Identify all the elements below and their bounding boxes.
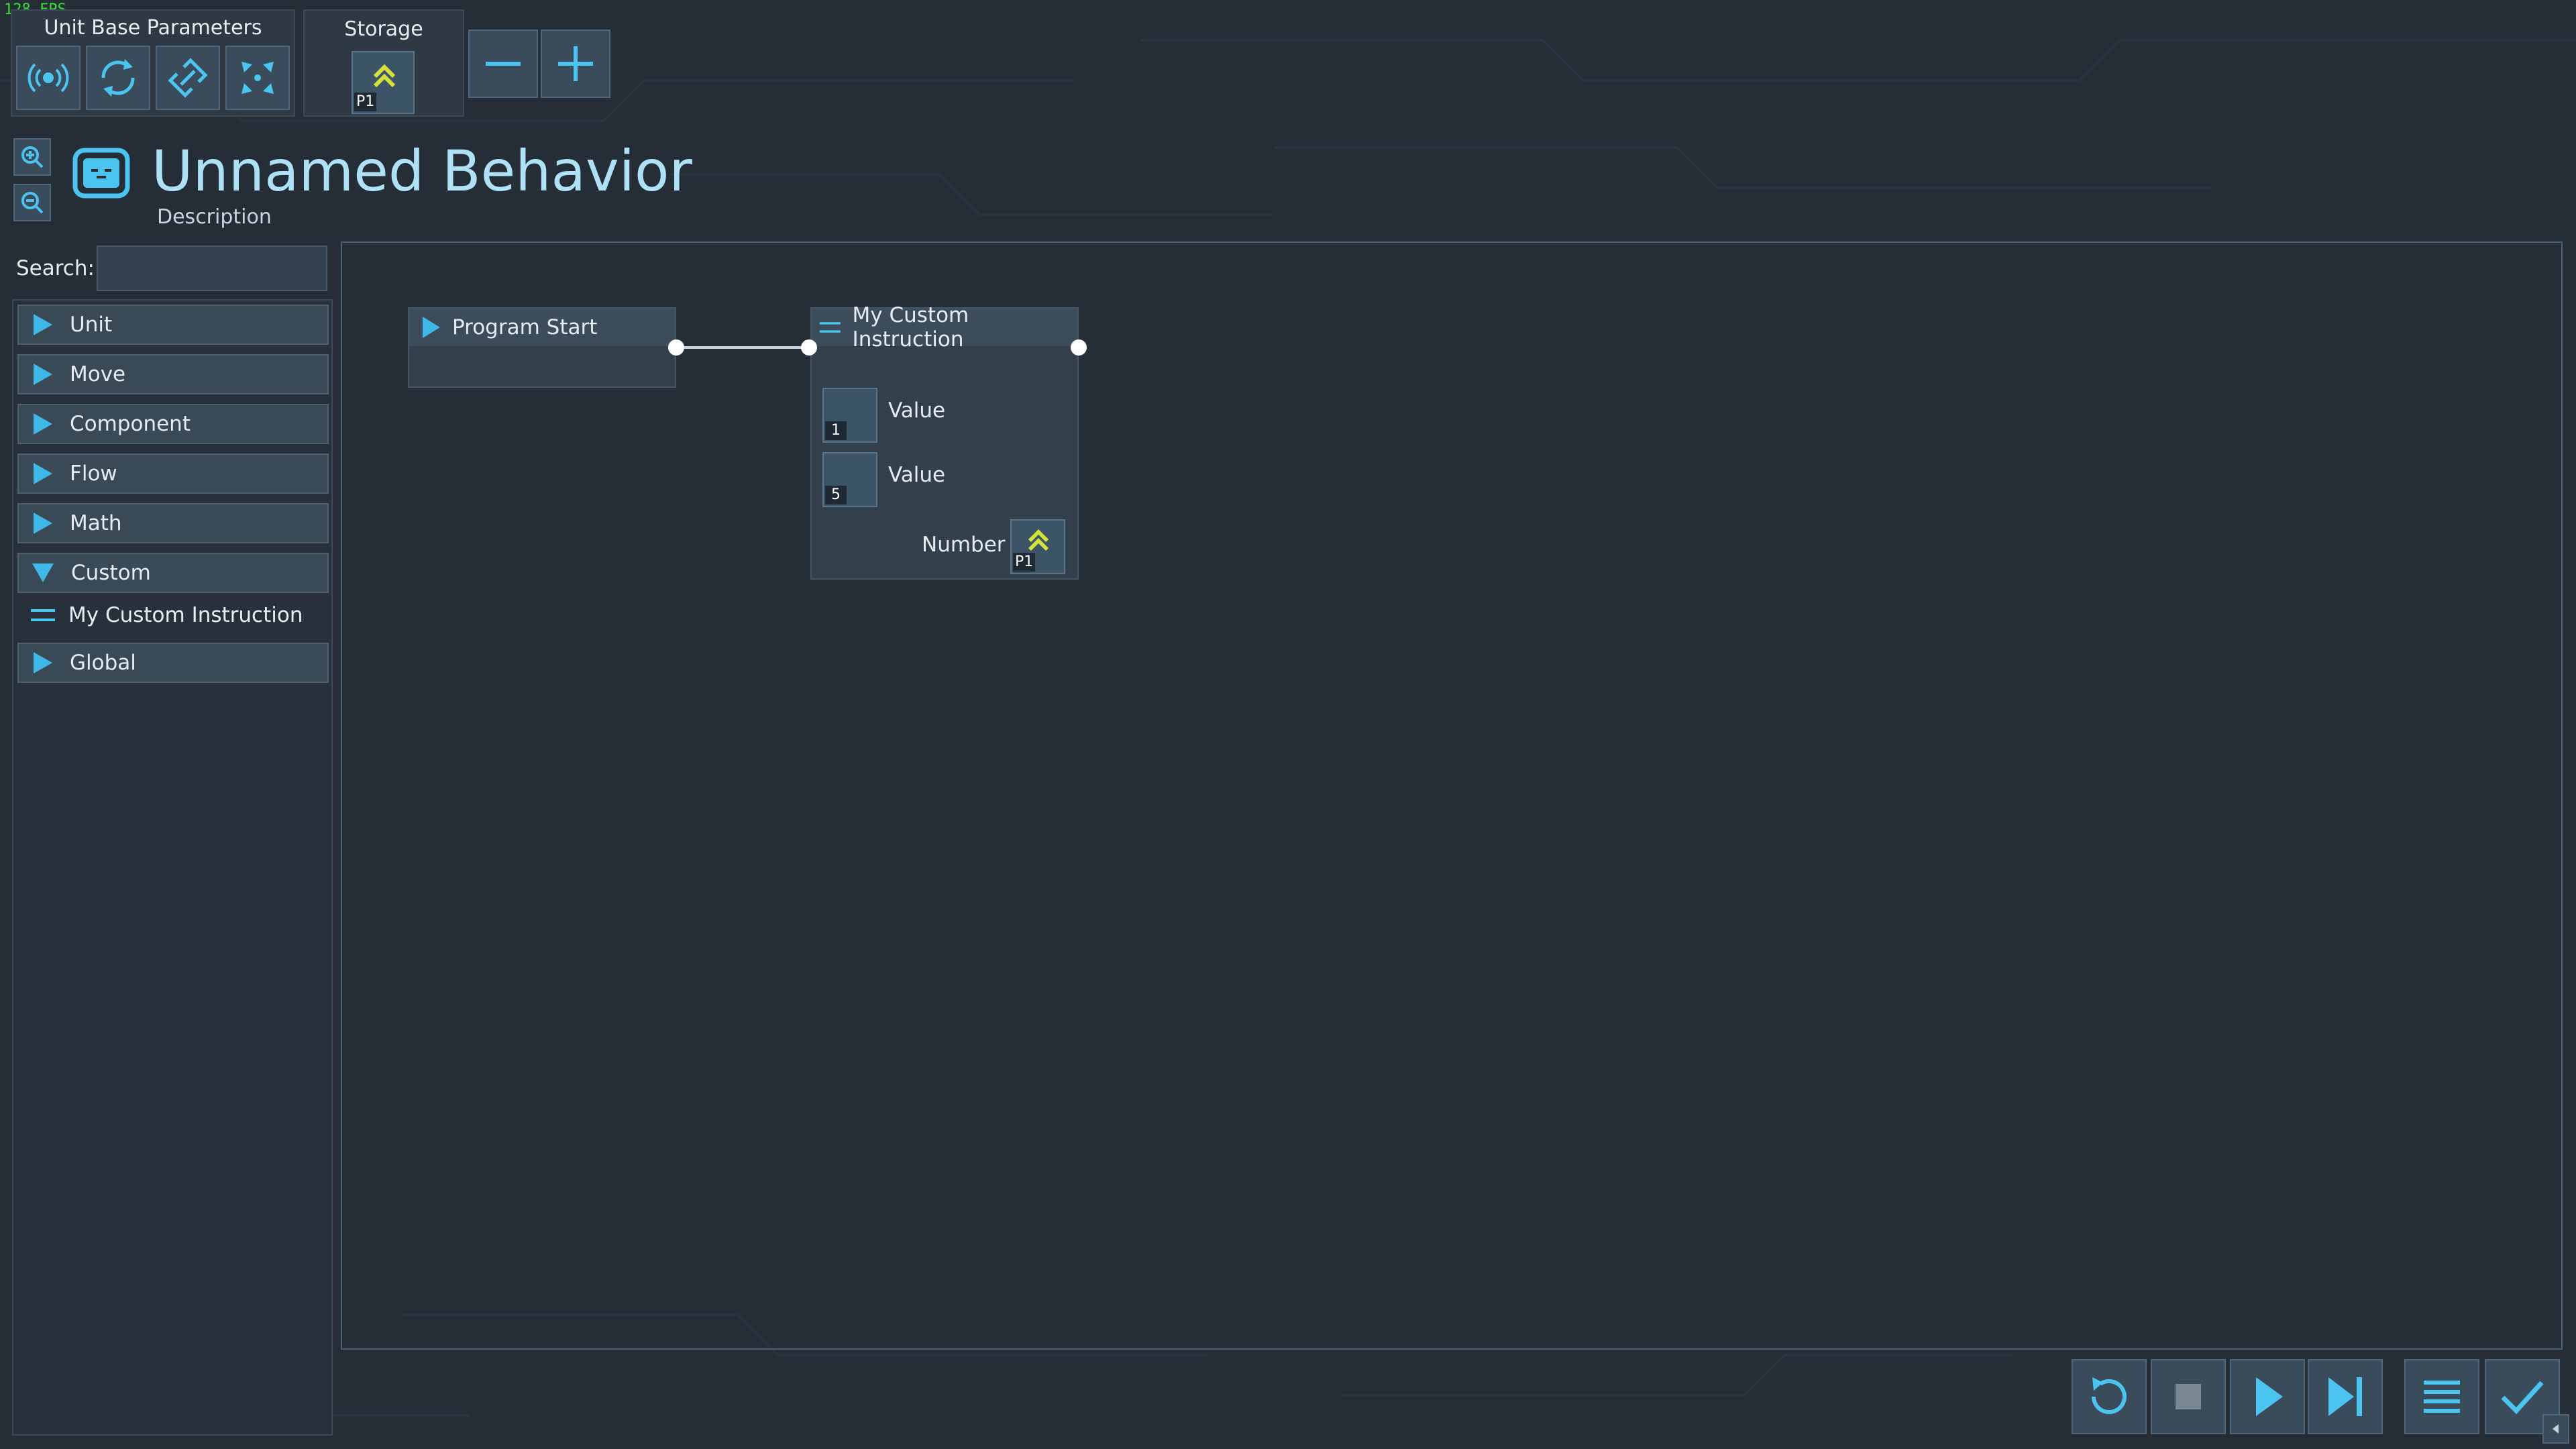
param-label: Number [922,533,1006,557]
collapse-arrow-icon [32,564,54,582]
minus-icon [486,62,521,66]
category-custom[interactable]: Custom [17,553,329,593]
play-button[interactable] [2230,1359,2305,1434]
node-title: My Custom Instruction [852,303,969,352]
category-label: Custom [71,561,151,585]
expand-arrow-icon [34,413,52,435]
expand-arrow-icon [34,314,52,335]
list-button[interactable] [2404,1359,2479,1434]
shrink-icon [241,62,274,94]
stop-icon [2176,1384,2201,1409]
play-icon [423,317,440,338]
rotate-button[interactable] [86,46,150,110]
value-slot[interactable]: 1 [822,388,877,443]
link-button[interactable] [156,46,220,110]
behavior-icon [72,148,130,199]
program-start-out-port[interactable] [668,339,684,356]
zoom-out-icon [21,192,44,214]
category-unit[interactable]: Unit [17,305,329,345]
behavior-canvas[interactable] [341,241,2563,1350]
program-start-node[interactable]: Program Start [408,307,676,388]
instruction-lines-icon [819,322,841,333]
storage-label: Storage [344,17,423,41]
search-input[interactable] [97,246,327,291]
signal-button[interactable] [16,46,80,110]
behavior-title[interactable]: Unnamed Behavior [152,138,692,204]
expand-arrow-icon [34,652,52,674]
storage-slot-badge: P1 [354,93,377,111]
category-label: Global [70,651,136,675]
expand-arrow-icon [34,513,52,534]
expand-arrow-icon [34,364,52,385]
category-label: Math [70,511,122,535]
category-label: Move [70,362,126,386]
step-icon [2328,1377,2362,1416]
plus-icon [558,46,593,81]
param-label: Value [888,398,946,423]
add-button[interactable] [541,30,610,98]
number-slot[interactable]: P1 [1010,519,1065,574]
category-move[interactable]: Move [17,354,329,394]
value-slot[interactable]: 5 [822,452,877,507]
storage-slot[interactable]: P1 [352,51,415,114]
signal-icon [28,63,69,93]
storage-arrow-icon [373,64,396,88]
node-title: Program Start [452,315,598,339]
category-math[interactable]: Math [17,503,329,543]
category-label: Unit [70,313,113,337]
chevron-left-icon [2553,1424,2559,1434]
collapse-panel-button[interactable] [2542,1414,2569,1444]
unit-base-parameters-panel: Unit Base Parameters [11,9,295,117]
list-icon [2424,1381,2460,1413]
instruction-palette: Unit Move Component Flow Math Custom My … [12,299,333,1436]
zoom-in-button[interactable] [13,138,51,176]
custom-instruction-in-port[interactable] [801,339,817,356]
node-header: My Custom Instruction [812,303,1077,352]
search-label: Search: [16,256,95,280]
category-label: Component [70,412,191,436]
value-badge: 1 [825,421,847,440]
number-badge: P1 [1013,553,1036,572]
node-header: Program Start [409,309,675,346]
custom-instruction-node[interactable]: My Custom Instruction 1 Value 5 Value Nu… [810,303,1079,580]
value-badge: 5 [825,486,847,504]
instruction-label: My Custom Instruction [68,603,303,627]
rotate-icon [101,59,135,97]
expand-arrow-icon [34,463,52,484]
remove-button[interactable] [468,30,538,98]
custom-instruction-out-port[interactable] [1071,339,1087,356]
restart-button[interactable] [2072,1359,2147,1434]
stop-button[interactable] [2151,1359,2226,1434]
link-icon [168,58,208,98]
category-label: Flow [70,462,117,486]
shrink-button[interactable] [225,46,290,110]
unit-base-parameters-label: Unit Base Parameters [44,16,262,40]
zoom-out-button[interactable] [13,184,51,221]
category-component[interactable]: Component [17,404,329,444]
instruction-lines-icon [31,609,55,621]
storage-panel: Storage P1 [303,9,464,117]
category-global[interactable]: Global [17,643,329,683]
play-icon [2256,1377,2283,1416]
zoom-in-icon [21,146,44,168]
behavior-description[interactable]: Description [157,205,272,229]
restart-icon [2092,1377,2127,1414]
instruction-my-custom-instruction[interactable]: My Custom Instruction [20,598,329,632]
category-flow[interactable]: Flow [17,453,329,494]
param-label: Value [888,463,946,487]
step-button[interactable] [2308,1359,2383,1434]
